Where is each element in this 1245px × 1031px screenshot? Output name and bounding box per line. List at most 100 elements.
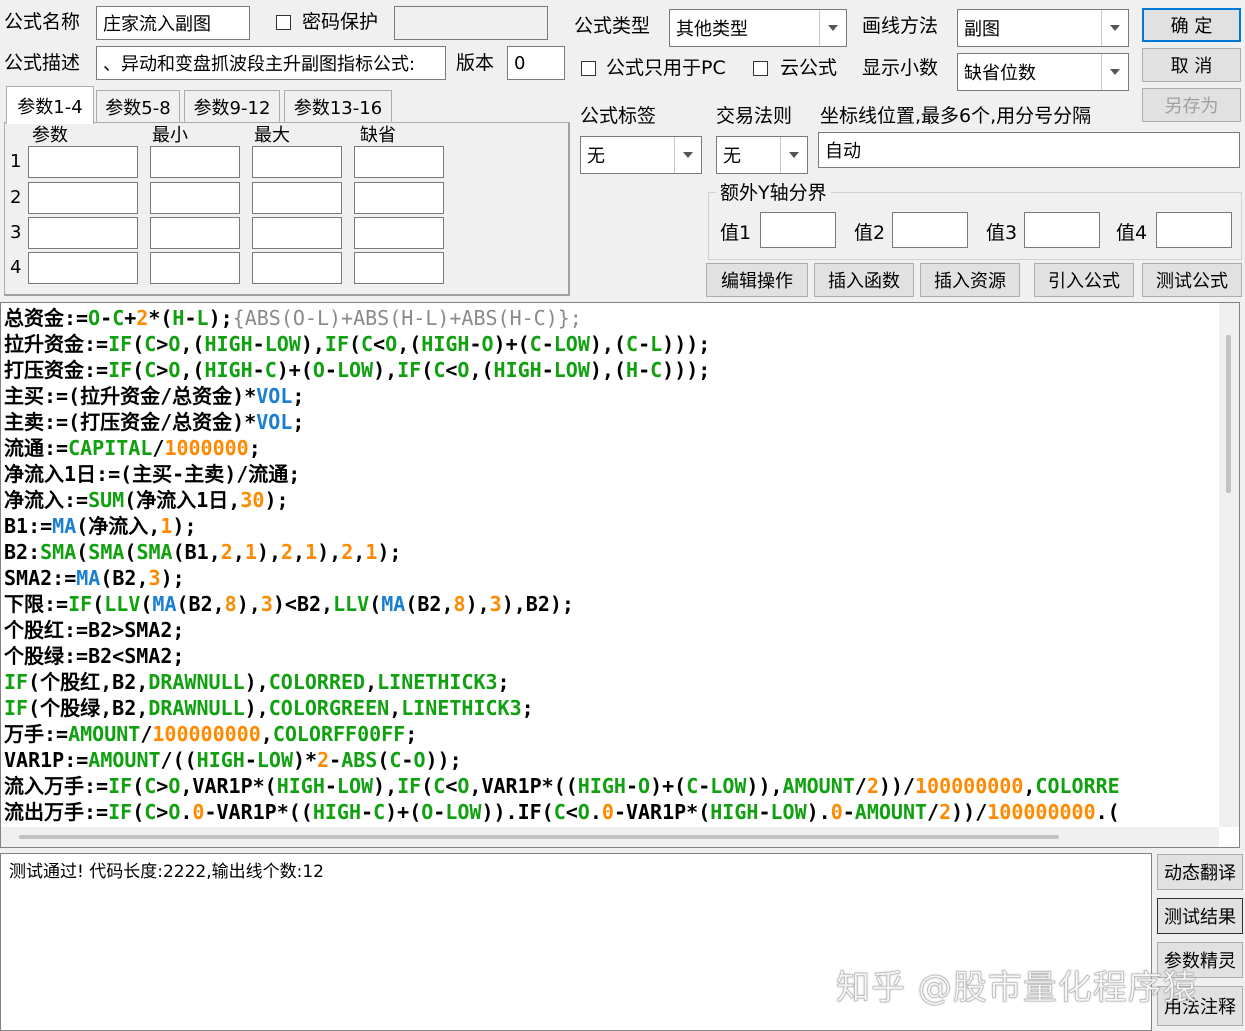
code-line[interactable]: 下限:=IF(LLV(MA(B2,8),3)<B2,LLV(MA(B2,8),3… [4, 591, 1217, 617]
test-result-button[interactable]: 测试结果 [1157, 898, 1243, 934]
code-line[interactable]: 净流入:=SUM(净流入1日,30); [4, 487, 1217, 513]
code-line[interactable]: 总资金:=O-C+2*(H-L);{ABS(O-L)+ABS(H-L)+ABS(… [4, 305, 1217, 331]
code-token: ))); [662, 358, 711, 382]
param-default-input[interactable] [354, 217, 444, 249]
scrollbar-thumb[interactable] [1226, 335, 1231, 493]
param-default-input[interactable] [354, 252, 444, 284]
code-token: 拉升资金:= [4, 332, 109, 356]
code-token: O [312, 358, 325, 382]
param-default-input[interactable] [354, 182, 444, 214]
formula-type-select[interactable]: 其他类型 [669, 9, 847, 47]
code-line[interactable]: IF(个股红,B2,DRAWNULL),COLORRED,LINETHICK3; [4, 669, 1217, 695]
code-token: - [758, 800, 771, 824]
dynamic-translate-button[interactable]: 动态翻译 [1157, 854, 1243, 890]
code-token: SMA [136, 540, 173, 564]
tab-params-13-16[interactable]: 参数13-16 [284, 90, 392, 122]
cloud-formula-checkbox[interactable] [753, 61, 768, 76]
value2-input[interactable] [892, 212, 968, 248]
param-max-input[interactable] [252, 252, 342, 284]
code-line[interactable]: 打压资金:=IF(C>O,(HIGH-C)+(O-LOW),IF(C<O,(HI… [4, 357, 1217, 383]
value3-input[interactable] [1024, 212, 1100, 248]
param-default-input[interactable] [354, 146, 444, 178]
chevron-down-icon[interactable] [674, 137, 701, 173]
param-min-input[interactable] [150, 182, 240, 214]
code-line[interactable]: 拉升资金:=IF(C>O,(HIGH-LOW),IF(C<O,(HIGH-O)+… [4, 331, 1217, 357]
vertical-scrollbar[interactable] [1219, 303, 1239, 827]
chevron-down-icon[interactable] [1101, 54, 1128, 90]
code-token: , [365, 670, 378, 694]
pc-only-checkbox[interactable] [581, 61, 596, 76]
code-token: ( [132, 800, 145, 824]
code-token: O [413, 748, 426, 772]
tab-params-9-12[interactable]: 参数9-12 [184, 90, 280, 122]
param-name-input[interactable] [28, 252, 138, 284]
tab-params-5-8[interactable]: 参数5-8 [96, 90, 180, 122]
param-min-input[interactable] [150, 252, 240, 284]
code-token: C [626, 332, 639, 356]
code-line[interactable]: 个股红:=B2>SMA2; [4, 617, 1217, 643]
param-max-input[interactable] [252, 182, 342, 214]
code-token: HIGH [204, 332, 253, 356]
axis-position-input[interactable]: 自动 [818, 132, 1240, 168]
password-protect-checkbox[interactable] [276, 15, 291, 30]
param-name-input[interactable] [28, 146, 138, 178]
code-token: ))/ [951, 800, 988, 824]
chevron-down-icon[interactable] [1101, 10, 1128, 46]
scrollbar-thumb[interactable] [19, 835, 1059, 839]
code-token: )<B2, [272, 592, 334, 616]
ok-button[interactable]: 确 定 [1142, 8, 1241, 42]
tab-params-1-4[interactable]: 参数1-4 [6, 86, 94, 124]
code-line[interactable]: 流入万手:=IF(C>O,VAR1P*(HIGH-LOW),IF(C<O,VAR… [4, 773, 1217, 799]
cloud-formula-label: 云公式 [780, 57, 838, 79]
trade-rule-select[interactable]: 无 [716, 136, 808, 174]
insert-resource-button[interactable]: 插入资源 [920, 263, 1020, 297]
decimals-select[interactable]: 缺省位数 [957, 53, 1129, 91]
code-token: ), [373, 358, 398, 382]
code-line[interactable]: IF(个股绿,B2,DRAWNULL),COLORGREEN,LINETHICK… [4, 695, 1217, 721]
formula-tag-select[interactable]: 无 [580, 136, 702, 174]
horizontal-scrollbar[interactable] [1, 827, 1219, 847]
insert-function-button[interactable]: 插入函数 [814, 263, 914, 297]
code-token: C [144, 800, 157, 824]
param-max-input[interactable] [252, 217, 342, 249]
code-token: 个股红:=B2>SMA2; [4, 618, 185, 642]
param-min-input[interactable] [150, 217, 240, 249]
param-name-input[interactable] [28, 182, 138, 214]
code-token: ). [806, 800, 831, 824]
param-min-input[interactable] [150, 146, 240, 178]
param-max-input[interactable] [252, 146, 342, 178]
code-token: IF [108, 800, 133, 824]
param-header-default: 缺省 [360, 125, 396, 146]
code-line[interactable]: B1:=MA(净流入,1); [4, 513, 1217, 539]
draw-method-select[interactable]: 副图 [957, 9, 1129, 47]
code-line[interactable]: 万手:=AMOUNT/100000000,COLORFF00FF; [4, 721, 1217, 747]
password-input[interactable] [394, 6, 548, 40]
param-name-input[interactable] [28, 217, 138, 249]
code-line[interactable]: 流出万手:=IF(C>O.0-VAR1P*((HIGH-C)+(O-LOW)).… [4, 799, 1217, 825]
formula-desc-input[interactable]: 、异动和变盘抓波段主升副图指标公式: [96, 46, 446, 80]
code-line[interactable]: B2:SMA(SMA(SMA(B1,2,1),2,1),2,1); [4, 539, 1217, 565]
code-line[interactable]: SMA2:=MA(B2,3); [4, 565, 1217, 591]
edit-operations-button[interactable]: 编辑操作 [706, 263, 808, 297]
code-content[interactable]: 总资金:=O-C+2*(H-L);{ABS(O-L)+ABS(H-L)+ABS(… [4, 305, 1217, 825]
code-line[interactable]: 流通:=CAPITAL/1000000; [4, 435, 1217, 461]
code-line[interactable]: 主卖:=(打压资金/总资金)*VOL; [4, 409, 1217, 435]
code-line[interactable]: 主买:=(拉升资金/总资金)*VOL; [4, 383, 1217, 409]
save-as-button[interactable]: 另存为 [1142, 88, 1241, 122]
chevron-down-icon[interactable] [819, 10, 846, 46]
cancel-button[interactable]: 取 消 [1142, 48, 1241, 82]
code-line[interactable]: VAR1P:=AMOUNT/((HIGH-LOW)*2-ABS(C-O)); [4, 747, 1217, 773]
code-line[interactable]: 净流入1日:=(主买-主卖)/流通; [4, 461, 1217, 487]
code-token: COLORFF00FF [272, 722, 406, 746]
value1-input[interactable] [760, 212, 836, 248]
formula-name-input[interactable]: 庄家流入副图 [96, 6, 250, 40]
import-formula-button[interactable]: 引入公式 [1034, 263, 1134, 297]
code-editor[interactable]: 总资金:=O-C+2*(H-L);{ABS(O-L)+ABS(H-L)+ABS(… [0, 302, 1240, 848]
chevron-down-icon[interactable] [780, 137, 807, 173]
code-token: )).IF( [481, 800, 554, 824]
test-formula-button[interactable]: 测试公式 [1142, 263, 1242, 297]
value4-input[interactable] [1156, 212, 1232, 248]
code-line[interactable]: 个股绿:=B2<SMA2; [4, 643, 1217, 669]
version-input[interactable]: 0 [507, 46, 565, 80]
code-token: 2 [281, 540, 294, 564]
